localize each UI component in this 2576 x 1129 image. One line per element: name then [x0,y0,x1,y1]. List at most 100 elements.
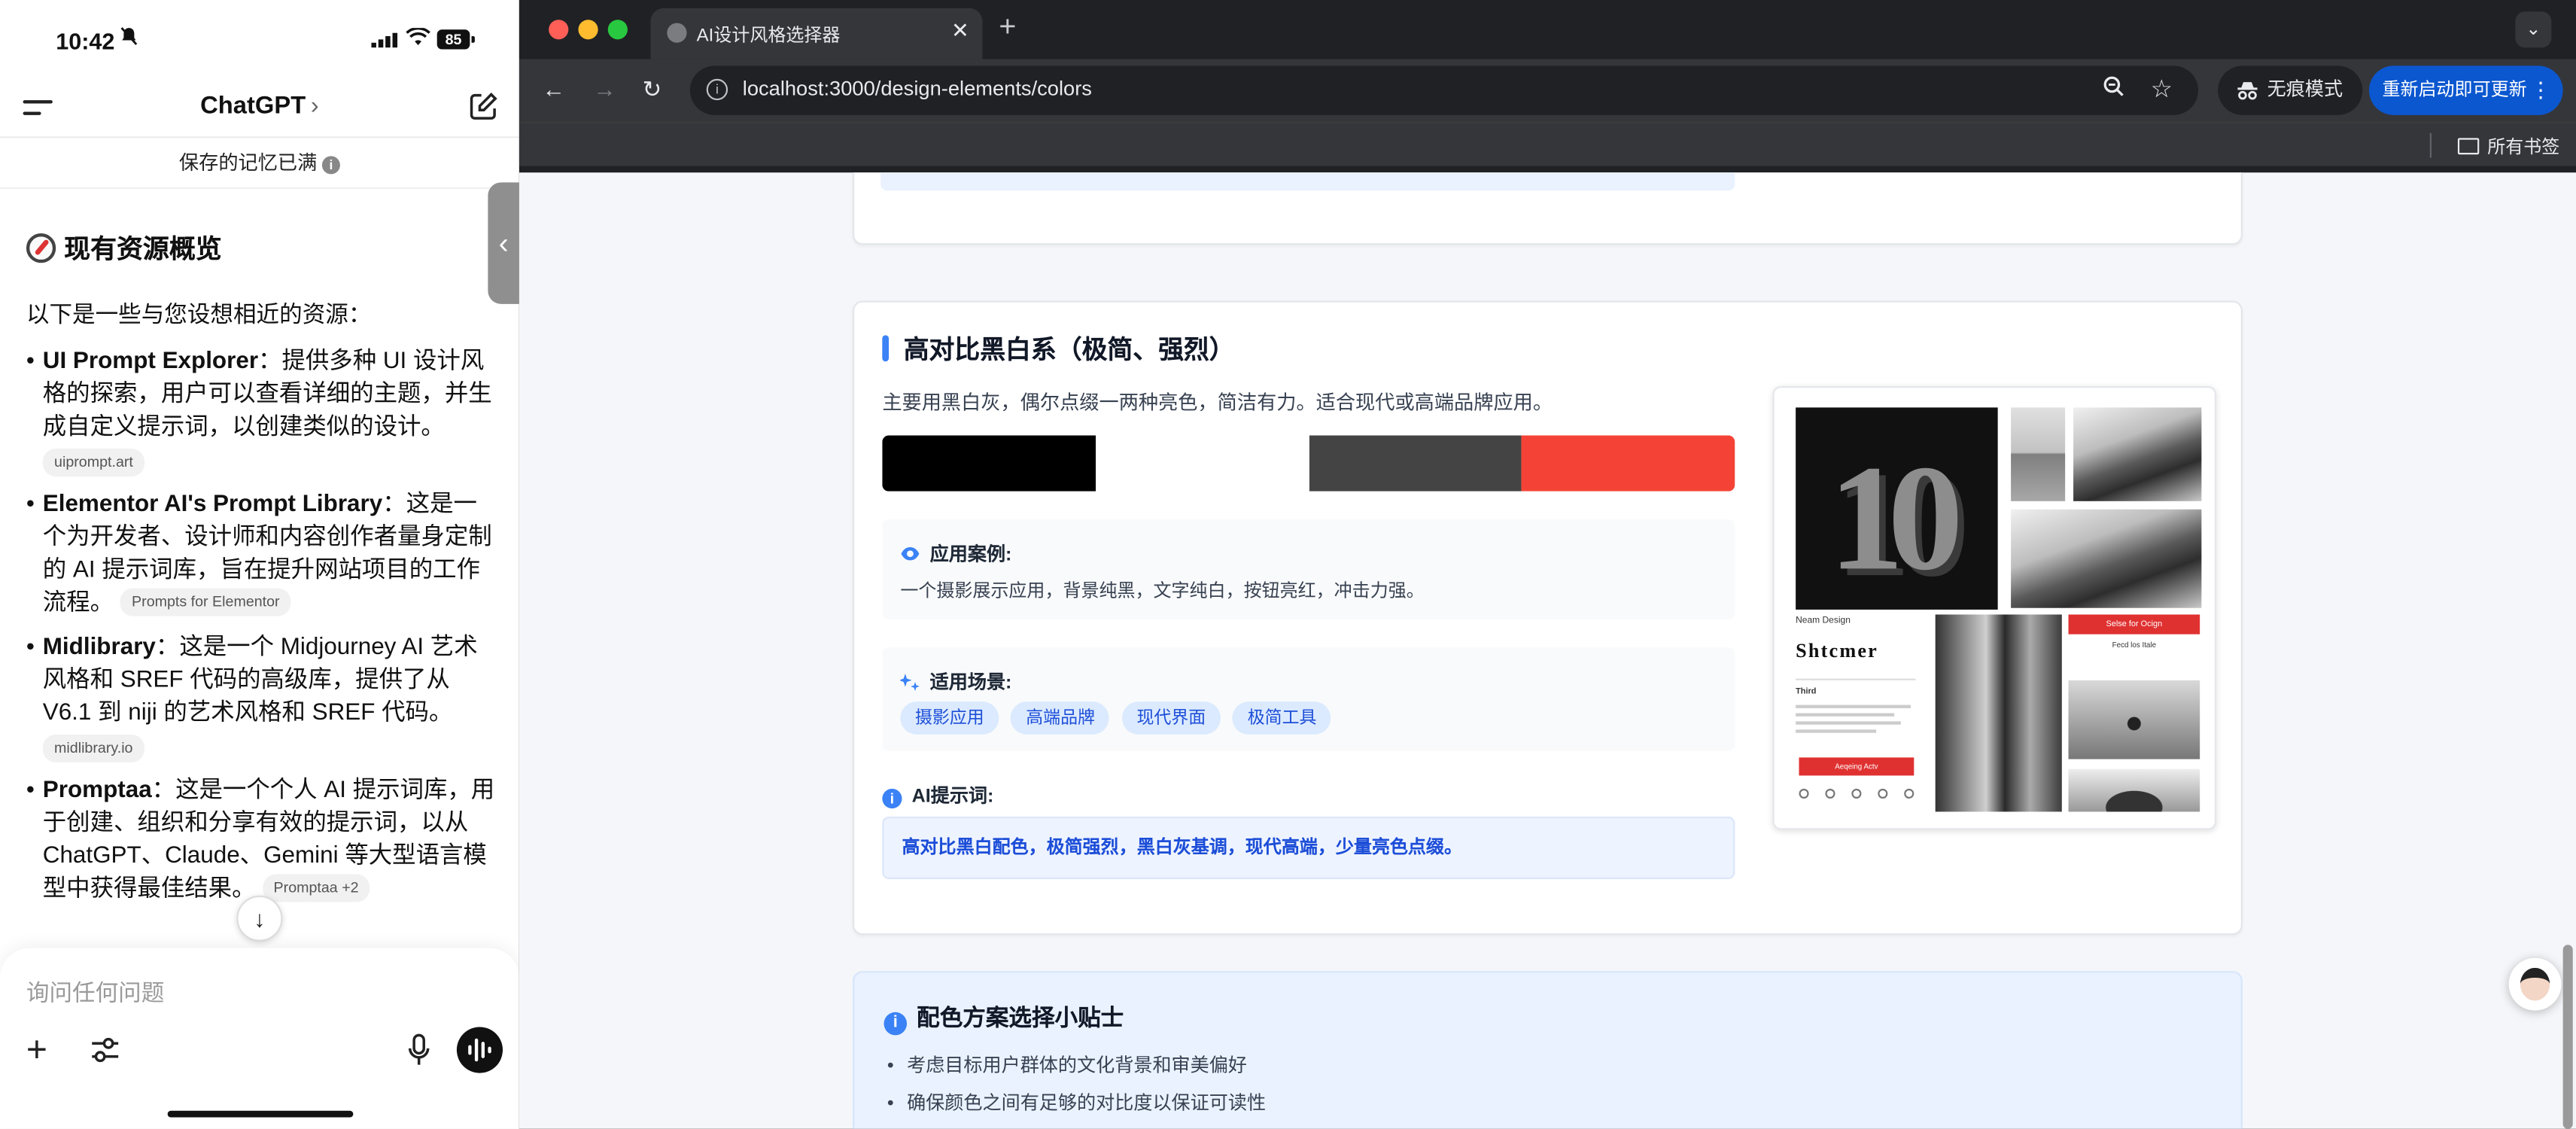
memory-full-notice[interactable]: 保存的记忆已满 i [0,148,519,175]
preview-photo-person [2068,680,2200,759]
preview-photo-canyon [1935,614,2062,812]
heading-text: 现有资源概览 [64,236,222,265]
bookmark-star-icon[interactable]: ☆ [2151,74,2173,103]
list-item: UI Prompt Explorer：提供多种 UI 设计风格的探索，用户可以查… [26,345,496,477]
close-window-button[interactable] [549,20,569,40]
color-swatch[interactable] [1308,435,1522,491]
resource-name: Midlibrary [42,634,156,661]
preview-photo-ten: 10 [1796,407,1998,610]
message-input[interactable]: 询问任何问题 [26,976,164,1009]
preview-photo-tree [2068,768,2200,812]
preview-section: Third [1796,686,1817,697]
relaunch-update-button[interactable]: 重新启动即可更新 ⋮ [2369,65,2563,115]
scenario-tags: 摄影应用 高端品牌 现代界面 极简工具 [900,701,1336,735]
preview-red-banner: Selse for Ocign [2068,614,2200,634]
site-info-icon[interactable]: i [706,78,728,101]
scenario-tag[interactable]: 高端品牌 [1011,701,1110,735]
message-composer: 询问任何问题 + [0,948,519,1129]
scenario-label: 适用场景: [899,669,1012,695]
resource-name: Promptaa [42,777,152,804]
source-chip[interactable]: Prompts for Elementor [120,588,291,616]
tab-title: AI设计风格选择器 [696,26,841,47]
divider [0,187,519,190]
ai-prompt-text[interactable]: 高对比黑白配色，极简强烈，黑白灰基调，现代高端，少量亮色点缀。 [882,817,1735,879]
info-icon: i [884,1012,908,1036]
globe-icon [667,23,687,43]
scenario-tag[interactable]: 现代界面 [1121,701,1221,735]
scenario-tag[interactable]: 极简工具 [1233,701,1332,735]
address-bar[interactable]: i localhost:3000/design-elements/colors … [689,65,2198,115]
style-card: 高对比黑白系（极简、强烈） 主要用黑白灰，偶尔点缀一两种亮色，简洁有力。适合现代… [853,300,2243,936]
preview-app-card: Neam Design Shtcmer Third Aeqeing Actv [1796,614,1919,820]
tools-icon[interactable] [90,1037,120,1064]
resource-name: UI Prompt Explorer [42,348,259,375]
arrow-down-icon: ↓ [254,905,266,932]
voice-mode-button[interactable] [456,1027,503,1073]
scenario-label-text: 适用场景: [929,674,1012,694]
update-label: 重新启动即可更新 [2382,80,2527,101]
back-button[interactable]: ← [542,75,565,102]
maximize-window-button[interactable] [607,20,628,40]
source-chip[interactable]: Promptaa +2 [262,874,370,902]
color-swatch[interactable] [882,435,1096,491]
all-bookmarks-label: 所有书签 [2487,138,2560,158]
avatar [2520,967,2550,1001]
info-icon[interactable]: i [321,156,340,175]
tips-list: 考虑目标用户群体的文化背景和审美偏好 确保颜色之间有足够的对比度以保证可读性 [887,1048,1266,1124]
previous-style-card [853,172,2243,245]
list-item: 考虑目标用户群体的文化背景和审美偏好 [887,1048,1266,1086]
preview-photo-sea [2011,407,2066,501]
zoom-icon[interactable] [2103,75,2124,96]
new-chat-icon[interactable] [468,92,497,121]
preview-nav-icons [1799,788,1915,799]
incognito-indicator[interactable]: 无痕模式 [2218,65,2363,115]
close-tab-icon[interactable]: ✕ [951,18,969,44]
bookmarks-bar: 所有书签 [519,121,2576,166]
signal-icon [371,32,398,48]
new-tab-button[interactable]: + [999,10,1016,44]
scenario-tag[interactable]: 摄影应用 [900,701,999,735]
more-menu-icon[interactable]: ⋮ [2530,65,2551,114]
resource-name: Elementor AI's Prompt Library [42,491,383,518]
scroll-down-button[interactable]: ↓ [236,895,283,942]
status-time: 10:42 [56,28,115,55]
tips-panel: i 配色方案选择小贴士 考虑目标用户群体的文化背景和审美偏好 确保颜色之间有足够的… [853,971,2243,1129]
tips-title: i 配色方案选择小贴士 [884,1001,1124,1036]
source-chip[interactable]: midlibrary.io [42,734,144,762]
forward-button[interactable]: → [593,75,616,102]
list-item: 确保颜色之间有足够的对比度以保证可读性 [887,1086,1266,1124]
preview-photo-glacier [2011,509,2202,608]
browser-tab[interactable]: AI设计风格选择器 ✕ [650,8,983,59]
tab-search-button[interactable]: ⌄ [2515,11,2552,48]
ai-prompt-label-text: AI提示词: [911,787,994,807]
scenario-box: 适用场景: 摄影应用 高端品牌 现代界面 极简工具 [882,647,1735,751]
preview-text-lines [1796,704,1911,738]
silent-bell-icon [120,26,138,51]
compass-icon [26,233,56,263]
color-swatch[interactable] [1095,435,1309,491]
incognito-icon [2237,82,2258,100]
model-selector[interactable]: ChatGPT › [0,92,519,120]
chevron-right-icon: › [310,92,319,120]
source-chip[interactable]: uiprompt.art [42,448,145,477]
message-heading: 现有资源概览 [26,227,496,266]
info-icon: i [882,788,902,809]
plus-icon[interactable]: + [26,1031,47,1067]
chatgpt-phone-panel: 10:42 85 ChatGPT › 保存的记忆已满 i ‹ 现有资源概览 以下是一… [0,0,519,1129]
list-item: Midlibrary：这是一个 Midjourney AI 艺术风格和 SREF… [26,631,496,762]
url-text[interactable]: localhost:3000/design-elements/colors [743,78,1092,101]
use-case-label: 应用案例: [900,540,1011,567]
preview-caption: Fecd los Itale [2112,641,2157,650]
list-item: Promptaa：这是一个个人 AI 提示词库，用于创建、组织和分享有效的提示词… [26,774,496,905]
incognito-label: 无痕模式 [2267,80,2343,101]
assistant-avatar-button[interactable] [2508,957,2562,1011]
page-scrollbar[interactable] [2562,945,2573,1129]
reload-button[interactable]: ↻ [643,75,662,103]
title-accent-bar [882,335,890,362]
color-swatches [882,435,1735,491]
minimize-window-button[interactable] [578,20,598,40]
all-bookmarks-button[interactable]: 所有书签 [2457,133,2560,160]
microphone-icon[interactable] [407,1033,430,1067]
color-swatch[interactable] [1522,435,1735,491]
divider [1796,678,1916,680]
